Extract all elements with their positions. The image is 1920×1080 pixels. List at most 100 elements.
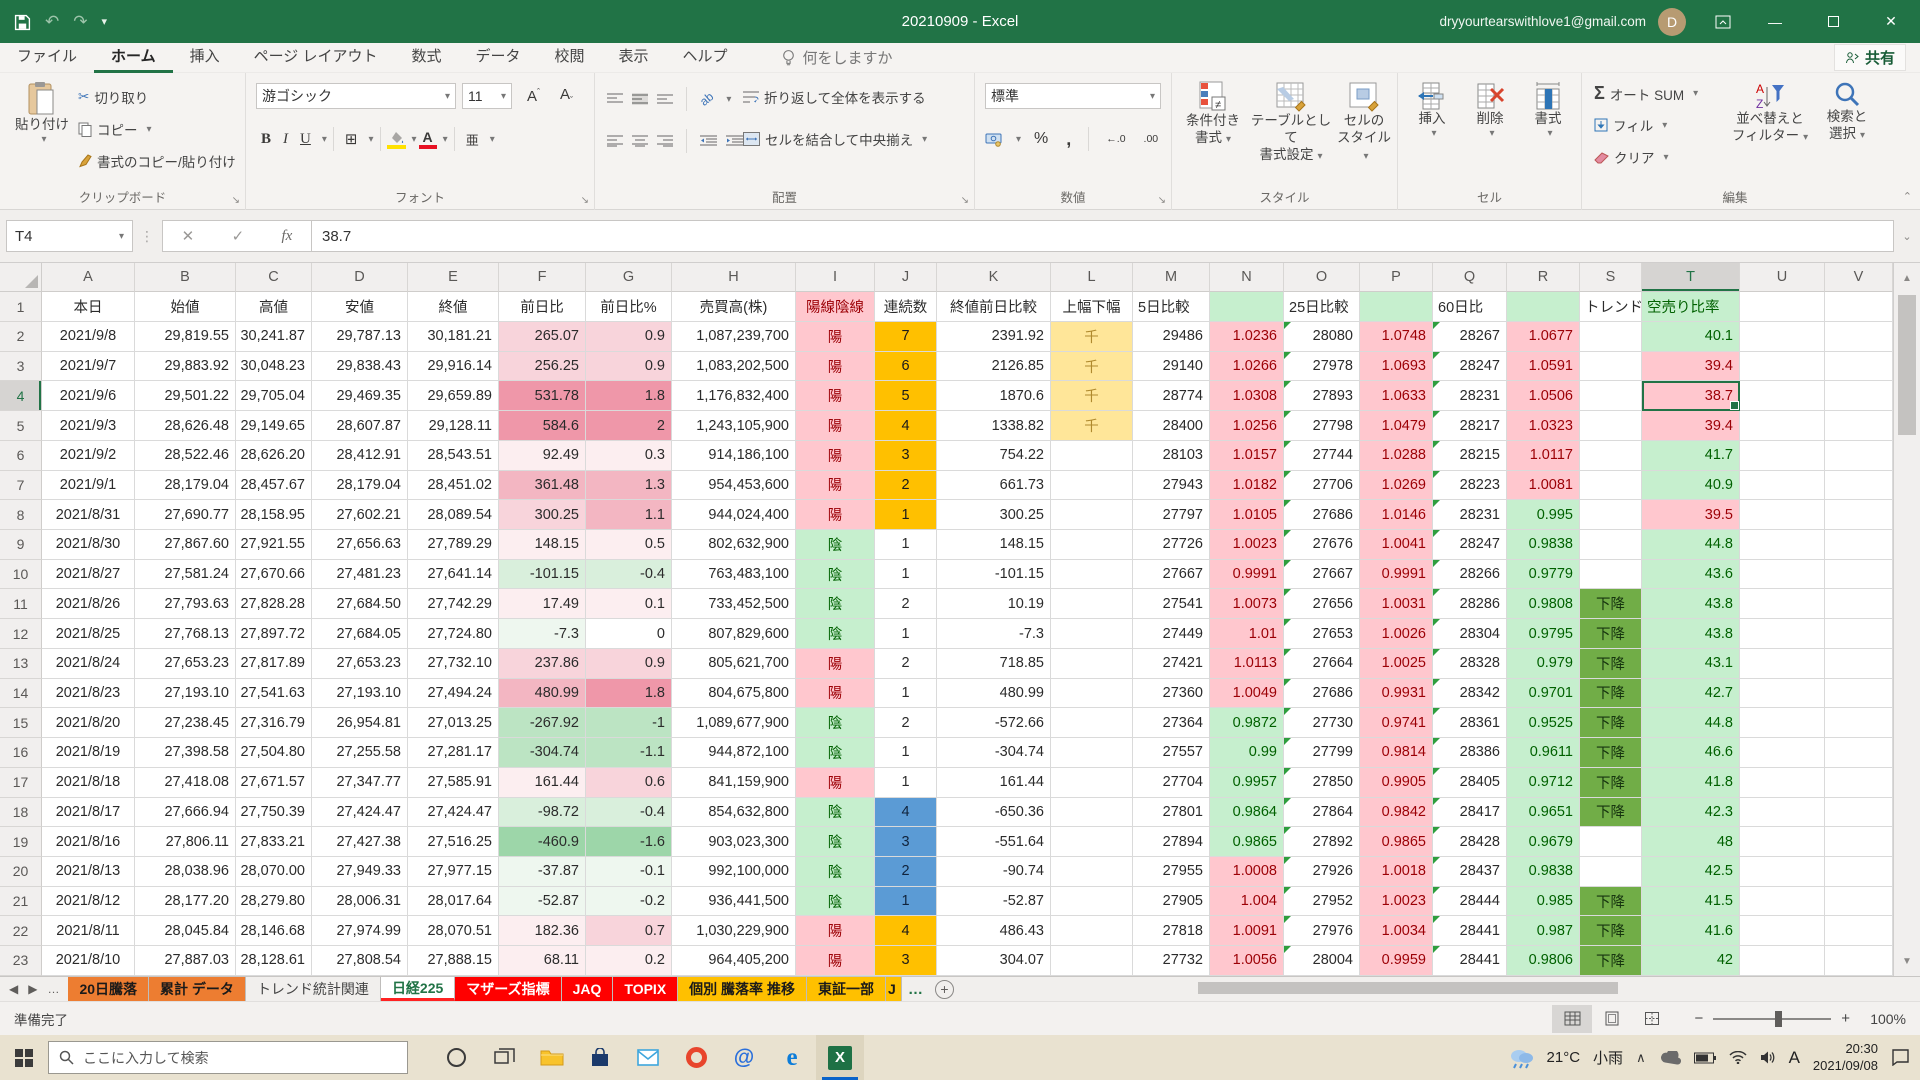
cell-S13[interactable]: 下降 <box>1580 649 1642 679</box>
cell-H4[interactable]: 1,176,832,400 <box>672 381 796 411</box>
cell-H11[interactable]: 733,452,500 <box>672 589 796 619</box>
cell-N16[interactable]: 0.99 <box>1210 738 1284 768</box>
cell-H10[interactable]: 763,483,100 <box>672 560 796 590</box>
cell-C23[interactable]: 28,128.61 <box>236 946 312 976</box>
zoom-slider[interactable] <box>1713 1018 1831 1020</box>
cell-P9[interactable]: 1.0041 <box>1360 530 1433 560</box>
cell-P5[interactable]: 1.0479 <box>1360 411 1433 441</box>
cell-I10[interactable]: 陰 <box>796 560 875 590</box>
conditional-formatting-button[interactable]: ≠ 条件付き書式▾ <box>1178 81 1248 147</box>
cell-G5[interactable]: 2 <box>586 411 672 441</box>
cell-F16[interactable]: -304.74 <box>499 738 586 768</box>
account-email[interactable]: dryyourtearswithlove1@gmail.com <box>1439 14 1646 29</box>
sheet-tab-トレンド統計関連[interactable]: トレンド統計関連 <box>246 977 381 1001</box>
ime-mode[interactable]: A <box>1789 1048 1800 1068</box>
normal-view-button[interactable] <box>1552 1005 1592 1033</box>
cell-L5[interactable]: 千 <box>1051 411 1133 441</box>
cell-C20[interactable]: 28,070.00 <box>236 857 312 887</box>
cell-R4[interactable]: 1.0506 <box>1507 381 1580 411</box>
cell-P15[interactable]: 0.9741 <box>1360 708 1433 738</box>
col-header-J[interactable]: J <box>875 263 937 292</box>
cell-C15[interactable]: 27,316.79 <box>236 708 312 738</box>
onedrive-icon[interactable] <box>1659 1051 1681 1065</box>
cell-U19[interactable] <box>1740 827 1825 857</box>
cell-J5[interactable]: 4 <box>875 411 937 441</box>
cell-H6[interactable]: 914,186,100 <box>672 441 796 471</box>
cell-N6[interactable]: 1.0157 <box>1210 441 1284 471</box>
cell-C22[interactable]: 28,146.68 <box>236 916 312 946</box>
cell-Q19[interactable]: 28428 <box>1433 827 1507 857</box>
cortana-icon[interactable] <box>432 1035 480 1080</box>
cell-D4[interactable]: 29,469.35 <box>312 381 408 411</box>
cell-B21[interactable]: 28,177.20 <box>135 887 236 917</box>
cell-M18[interactable]: 27801 <box>1133 798 1210 828</box>
cell-O12[interactable]: 27653 <box>1284 619 1360 649</box>
cell-S4[interactable] <box>1580 381 1642 411</box>
cell-B14[interactable]: 27,193.10 <box>135 679 236 709</box>
cell-M3[interactable]: 29140 <box>1133 352 1210 382</box>
zoom-in-icon[interactable]: + <box>1841 1010 1850 1027</box>
cell-C19[interactable]: 27,833.21 <box>236 827 312 857</box>
cell-I11[interactable]: 陰 <box>796 589 875 619</box>
cell-O18[interactable]: 27864 <box>1284 798 1360 828</box>
cell-P16[interactable]: 0.9814 <box>1360 738 1433 768</box>
cell-C21[interactable]: 28,279.80 <box>236 887 312 917</box>
sheet-tab-マザーズ指標[interactable]: マザーズ指標 <box>455 977 561 1001</box>
cell-J7[interactable]: 2 <box>875 471 937 501</box>
cell-K1[interactable]: 終値前日比較 <box>937 292 1051 322</box>
cell-P21[interactable]: 1.0023 <box>1360 887 1433 917</box>
cell-V4[interactable] <box>1825 381 1893 411</box>
cell-U16[interactable] <box>1740 738 1825 768</box>
cell-T9[interactable]: 44.8 <box>1642 530 1740 560</box>
cell-L19[interactable] <box>1051 827 1133 857</box>
row-header-6[interactable]: 6 <box>0 441 42 471</box>
cell-C11[interactable]: 27,828.28 <box>236 589 312 619</box>
cell-H22[interactable]: 1,030,229,900 <box>672 916 796 946</box>
cell-E20[interactable]: 27,977.15 <box>408 857 499 887</box>
excel-taskbar-icon[interactable]: X <box>816 1035 864 1080</box>
row-header-15[interactable]: 15 <box>0 708 42 738</box>
cell-S20[interactable] <box>1580 857 1642 887</box>
horizontal-scrollbar[interactable] <box>1190 980 1890 996</box>
cell-M12[interactable]: 27449 <box>1133 619 1210 649</box>
find-select-button[interactable]: 検索と選択▾ <box>1814 81 1880 143</box>
cell-H1[interactable]: 売買高(株) <box>672 292 796 322</box>
cell-U22[interactable] <box>1740 916 1825 946</box>
row-header-9[interactable]: 9 <box>0 530 42 560</box>
start-button[interactable] <box>0 1035 48 1080</box>
row-header-19[interactable]: 19 <box>0 827 42 857</box>
cell-A22[interactable]: 2021/8/11 <box>42 916 135 946</box>
sort-filter-button[interactable]: AZ 並べ替えとフィルター▾ <box>1730 81 1810 145</box>
cell-E8[interactable]: 28,089.54 <box>408 500 499 530</box>
cell-G18[interactable]: -0.4 <box>586 798 672 828</box>
tray-expand-icon[interactable]: ∧ <box>1636 1050 1646 1066</box>
share-button[interactable]: 共有 <box>1834 44 1906 71</box>
cell-T18[interactable]: 42.3 <box>1642 798 1740 828</box>
cell-Q6[interactable]: 28215 <box>1433 441 1507 471</box>
new-sheet-button[interactable]: + <box>935 980 954 999</box>
cell-L20[interactable] <box>1051 857 1133 887</box>
cell-V10[interactable] <box>1825 560 1893 590</box>
row-header-20[interactable]: 20 <box>0 857 42 887</box>
cell-D21[interactable]: 28,006.31 <box>312 887 408 917</box>
cell-M10[interactable]: 27667 <box>1133 560 1210 590</box>
enter-icon[interactable]: ✓ <box>232 227 245 245</box>
fill-button[interactable]: フィル▾ <box>1594 115 1667 135</box>
col-header-I[interactable]: I <box>796 263 875 292</box>
cell-K5[interactable]: 1338.82 <box>937 411 1051 441</box>
align-bottom-icon[interactable] <box>657 93 673 105</box>
col-header-U[interactable]: U <box>1740 263 1825 292</box>
cell-D22[interactable]: 27,974.99 <box>312 916 408 946</box>
task-view-icon[interactable] <box>480 1035 528 1080</box>
cell-K18[interactable]: -650.36 <box>937 798 1051 828</box>
cell-T15[interactable]: 44.8 <box>1642 708 1740 738</box>
cell-I16[interactable]: 陰 <box>796 738 875 768</box>
cell-D8[interactable]: 27,602.21 <box>312 500 408 530</box>
notification-icon[interactable] <box>1891 1049 1910 1066</box>
col-header-V[interactable]: V <box>1825 263 1893 292</box>
cell-C1[interactable]: 高値 <box>236 292 312 322</box>
cell-E16[interactable]: 27,281.17 <box>408 738 499 768</box>
cell-V19[interactable] <box>1825 827 1893 857</box>
underline-dropdown-icon[interactable]: ▾ <box>322 134 327 145</box>
cell-E5[interactable]: 29,128.11 <box>408 411 499 441</box>
